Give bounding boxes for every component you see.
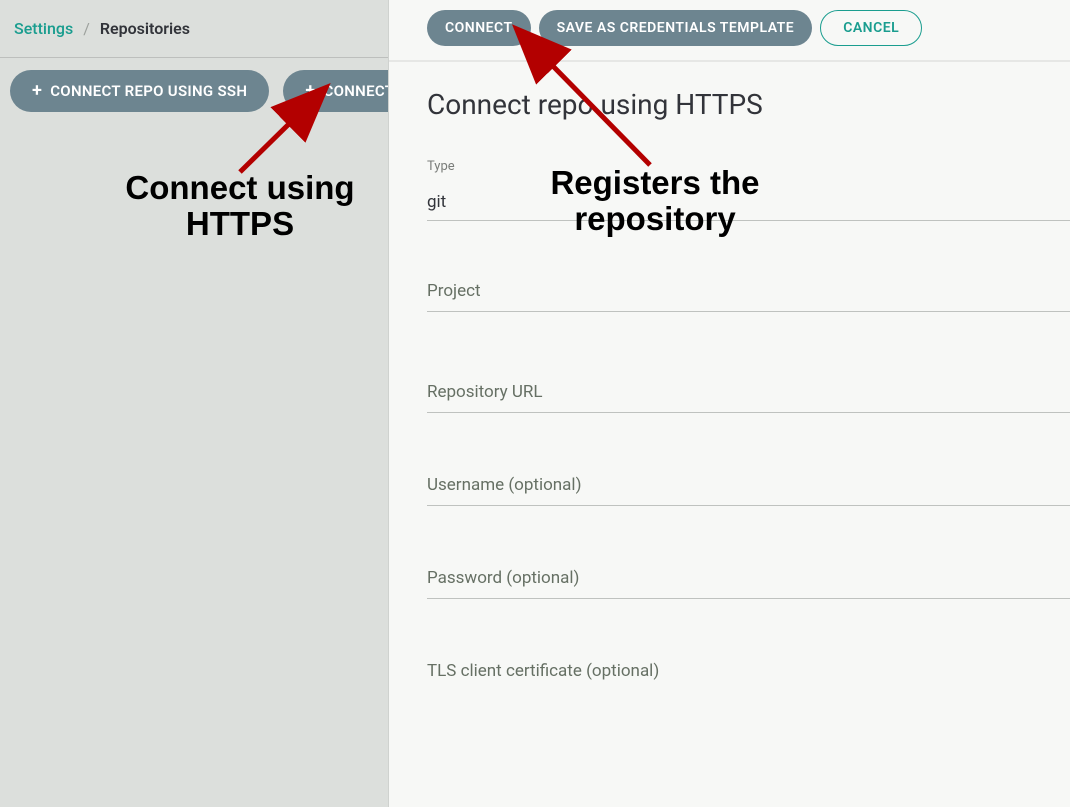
annotation-arrows (0, 0, 1070, 807)
